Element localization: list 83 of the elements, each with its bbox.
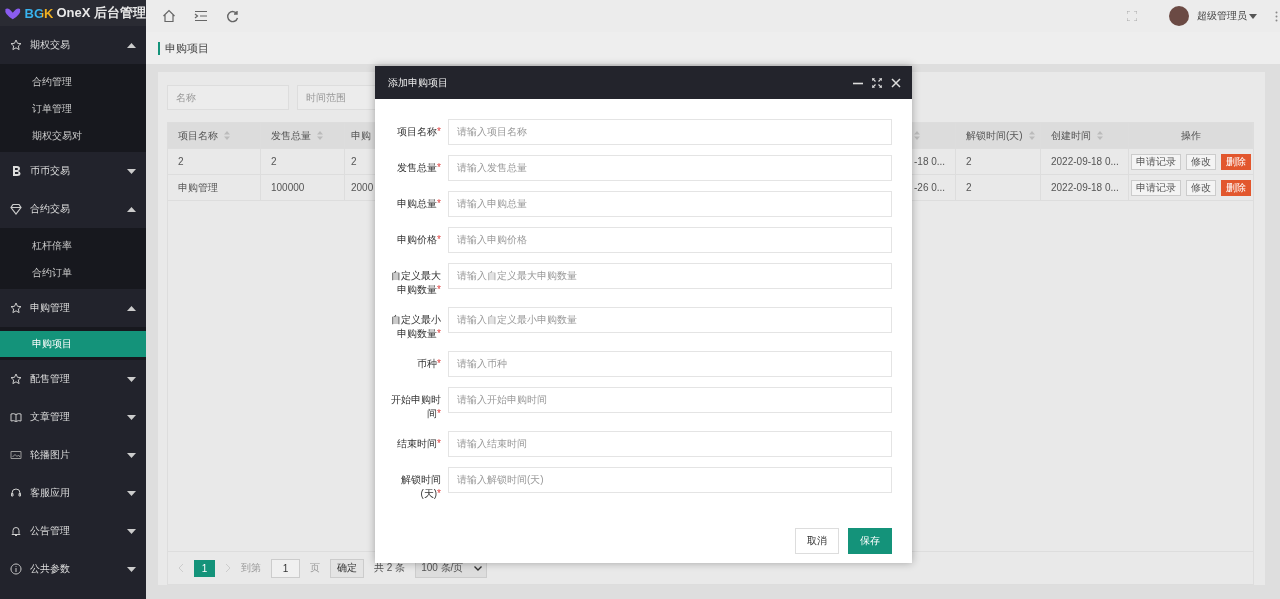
- menu-icon[interactable]: [194, 10, 208, 22]
- table-cell: -18 0...: [914, 156, 946, 167]
- menu-item[interactable]: 期权交易对: [0, 122, 146, 149]
- menu-group[interactable]: 期权交易: [0, 26, 146, 64]
- table-cell: 申购管理: [178, 180, 218, 195]
- table-cell: 2000: [351, 182, 374, 193]
- more-icon[interactable]: [1275, 10, 1278, 22]
- chevron-icon: [474, 565, 483, 571]
- fullscreen-icon[interactable]: [1127, 11, 1137, 21]
- menu-item[interactable]: 订单管理: [0, 95, 146, 122]
- bitcoin-icon: [10, 165, 22, 177]
- field-label: 结束时间*: [396, 437, 441, 451]
- field-label: 申购价格*: [396, 233, 441, 247]
- action-button[interactable]: 修改: [1186, 153, 1216, 170]
- field-label: 开始申购时间*: [390, 393, 441, 421]
- dialog-button[interactable]: 保存: [848, 528, 892, 554]
- menu-item[interactable]: 申购项目: [0, 331, 146, 357]
- diamond-icon: [10, 203, 22, 215]
- caret-icon[interactable]: [1249, 13, 1257, 19]
- table-cell: 2022-09-18 0...: [1051, 156, 1119, 167]
- column-header: 解锁时间(天): [966, 128, 1023, 143]
- menu-item[interactable]: 合约管理: [0, 68, 146, 95]
- table-cell: -26 0...: [914, 182, 946, 193]
- menu-group[interactable]: 申购管理: [0, 289, 146, 327]
- page-unit: 页: [310, 561, 320, 575]
- table-cell: 2: [178, 156, 184, 167]
- dialog-button[interactable]: 取消: [795, 528, 839, 554]
- home-icon[interactable]: [162, 9, 176, 23]
- action-button[interactable]: 删除: [1221, 153, 1251, 170]
- menu-group[interactable]: 配售管理: [0, 360, 146, 398]
- table-cell: 2: [966, 156, 972, 167]
- book-icon: [10, 411, 22, 423]
- field-label: 币种*: [416, 357, 441, 371]
- menu-group[interactable]: 轮播图片: [0, 436, 146, 474]
- menu-group[interactable]: 文章管理: [0, 398, 146, 436]
- page-input[interactable]: 1: [271, 558, 300, 578]
- menu-item[interactable]: 杠杆倍率: [0, 232, 146, 259]
- page-button[interactable]: 1: [194, 559, 215, 577]
- avatar[interactable]: [1169, 6, 1189, 26]
- field-label: 解锁时间(天)*: [400, 473, 441, 501]
- total-count: 共 2 条: [374, 561, 406, 575]
- confirm-button[interactable]: 确定: [330, 558, 364, 578]
- table-cell: 2: [271, 156, 277, 167]
- table-cell: 2022-09-18 0...: [1051, 182, 1119, 193]
- column-header: 创建时间: [1051, 128, 1091, 143]
- action-button[interactable]: 修改: [1186, 179, 1216, 196]
- info-icon: [10, 563, 22, 575]
- close-icon[interactable]: [891, 77, 901, 88]
- table-cell: 2: [351, 156, 357, 167]
- field-label: 自定义最小申购数量*: [390, 313, 441, 341]
- action-button[interactable]: 申请记录: [1131, 179, 1181, 196]
- column-header: 发售总量: [271, 128, 311, 143]
- column-header: 申购: [351, 128, 371, 143]
- goto-label: 到第: [241, 561, 261, 575]
- sort-icon[interactable]: [914, 131, 920, 140]
- image-icon: [10, 449, 22, 461]
- action-button[interactable]: 申请记录: [1131, 153, 1181, 170]
- star-icon: [10, 39, 22, 51]
- field-label: 项目名称*: [396, 125, 441, 139]
- bell-icon: [10, 525, 22, 537]
- menu-group[interactable]: 公告管理: [0, 512, 146, 550]
- maximize-icon[interactable]: [872, 77, 882, 88]
- field-label: 申购总量*: [396, 197, 441, 211]
- menu-group[interactable]: 币币交易: [0, 152, 146, 190]
- page-tab[interactable]: 申购项目: [158, 41, 209, 55]
- menu-group[interactable]: 合约交易: [0, 190, 146, 228]
- column-header: 操作: [1180, 128, 1201, 143]
- menu-group[interactable]: 公共参数: [0, 550, 146, 588]
- menu-group[interactable]: 客服应用: [0, 474, 146, 512]
- star-icon: [10, 302, 22, 314]
- action-button[interactable]: 删除: [1221, 179, 1251, 196]
- logo-title: OneX 后台管理: [56, 4, 146, 22]
- star-icon: [10, 373, 22, 385]
- field-label: 发售总量*: [396, 161, 441, 175]
- menu-item[interactable]: 合约订单: [0, 259, 146, 286]
- column-header: 项目名称: [178, 128, 218, 143]
- user-name[interactable]: 超级管理员: [1197, 9, 1247, 23]
- refresh-icon[interactable]: [226, 9, 239, 23]
- table-cell: 100000: [271, 182, 305, 193]
- field-label: 自定义最大申购数量*: [390, 269, 441, 297]
- dialog-title: 添加申购项目: [388, 75, 449, 90]
- table-cell: 2: [966, 182, 972, 193]
- headset-icon: [10, 487, 22, 499]
